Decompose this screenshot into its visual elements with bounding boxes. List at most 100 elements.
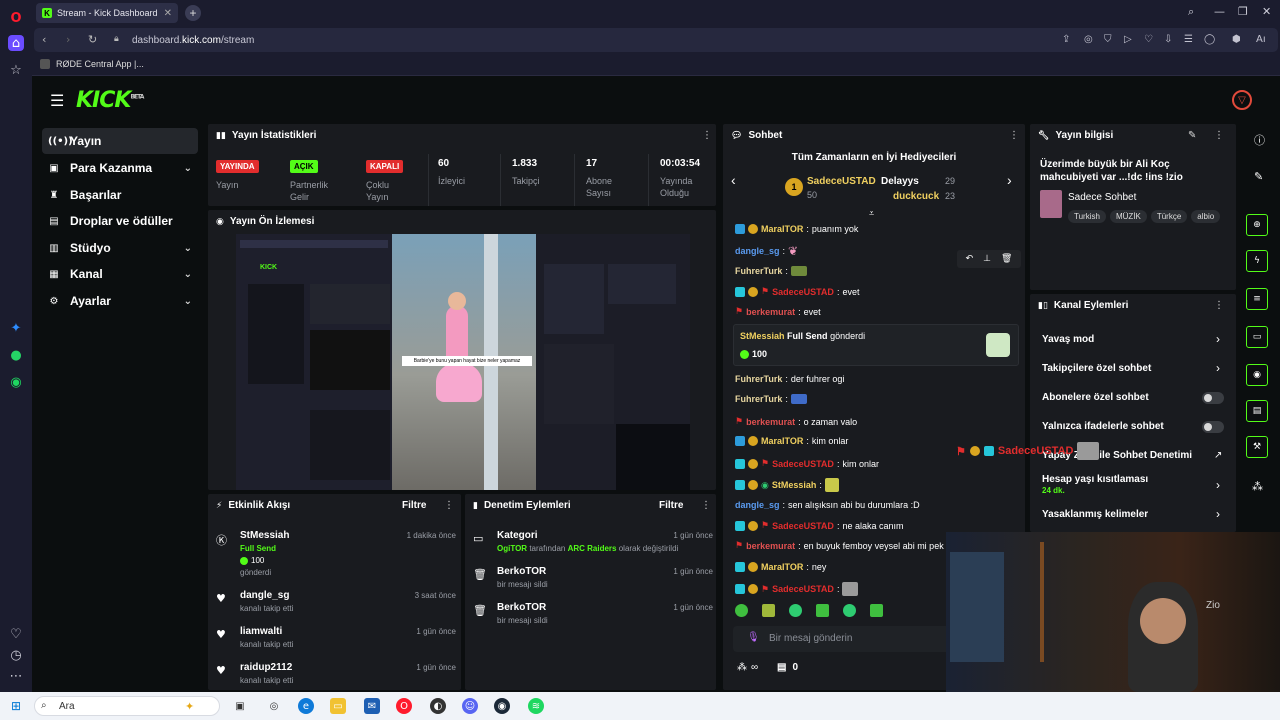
messenger-icon[interactable]: ✦ xyxy=(8,320,24,336)
tag[interactable]: Turkish xyxy=(1068,210,1106,223)
reply-icon[interactable]: ↶ xyxy=(966,254,974,264)
sidebar-item-kanal[interactable]: ▦ Kanal ⌄ xyxy=(42,261,198,287)
kebab-menu-icon[interactable]: ⋮ xyxy=(701,500,711,511)
sidebar-item-ayarlar[interactable]: ⚙ Ayarlar ⌄ xyxy=(42,288,198,314)
slow-mode-action[interactable]: Yavaş mod xyxy=(1042,334,1094,345)
taskbar-search[interactable]: ⌕ Ara ✦ xyxy=(34,696,220,716)
file-explorer-icon[interactable]: ▭ xyxy=(330,698,346,714)
gift-counter[interactable]: ▤ 0 xyxy=(777,662,798,673)
task-view-icon[interactable]: ▣ xyxy=(232,698,248,714)
category-name[interactable]: Sadece Sohbet xyxy=(1068,192,1136,203)
delete-icon[interactable]: 🗑︎ xyxy=(1001,254,1012,264)
stream-preview-video[interactable]: KICK Barbie'ye bunu yapan hayat bize nel… xyxy=(236,234,690,490)
emote-icon[interactable] xyxy=(789,604,802,617)
close-window-icon[interactable]: ✕ xyxy=(1262,5,1271,18)
external-link-icon[interactable]: ↗ xyxy=(1214,450,1222,461)
sidebar-item-basarilar[interactable]: ♜ Başarılar xyxy=(42,182,198,208)
gifter-name[interactable]: SadeceUSTAD xyxy=(807,176,876,187)
more-icon[interactable]: ⋯ xyxy=(8,668,24,684)
edit-pencil-icon[interactable]: ✎ xyxy=(1188,130,1196,141)
search-tabs-icon[interactable]: ⌕ xyxy=(1188,5,1194,19)
profile-icon[interactable]: ◯ xyxy=(1204,34,1215,45)
sidebar-item-droplar[interactable]: ▤ Droplar ve ödüller xyxy=(42,208,198,234)
storage-icon[interactable]: ▤ xyxy=(1246,400,1268,422)
home-icon[interactable]: ⌂ xyxy=(8,35,24,51)
gifter-name[interactable]: duckcuck xyxy=(893,191,939,202)
tag[interactable]: MÜZİK xyxy=(1109,210,1147,223)
banned-words-action[interactable]: Yasaklanmış kelimeler xyxy=(1042,509,1148,520)
sidebar-item-studyo[interactable]: ▥ Stüdyo ⌄ xyxy=(42,235,198,261)
opera-logo-icon[interactable]: O xyxy=(8,10,24,26)
collapse-icon[interactable]: ⩡ xyxy=(869,208,874,219)
microphone-icon[interactable]: 🎙︎ xyxy=(747,632,760,643)
filter-button[interactable]: Filtre xyxy=(659,500,683,511)
kick-logo[interactable]: KICKBETA xyxy=(76,88,144,113)
opera-icon[interactable]: O xyxy=(396,698,412,714)
back-icon[interactable]: ‹ xyxy=(42,33,46,46)
download-icon[interactable]: ⇩ xyxy=(1164,34,1172,45)
sidebar-item-yayin[interactable]: ((•)) Yayın xyxy=(42,128,198,154)
heart-icon[interactable]: ♡ xyxy=(8,626,24,642)
emotes-only-action[interactable]: Yalnızca ifadelerle sohbet xyxy=(1042,421,1164,432)
emote-icon[interactable] xyxy=(870,604,883,617)
sidebar-item-para-kazanma[interactable]: ▣ Para Kazanma ⌄ xyxy=(42,155,198,181)
kebab-menu-icon[interactable]: ⋮ xyxy=(1214,130,1224,141)
ai-icon[interactable]: Aı xyxy=(1256,34,1266,45)
chevron-right-icon[interactable]: › xyxy=(1216,478,1220,492)
bookmark-item[interactable]: RØDE Central App |... xyxy=(40,59,144,69)
new-tab-button[interactable]: + xyxy=(185,5,201,21)
pin-icon[interactable]: ⊥ xyxy=(983,254,991,264)
chevron-right-icon[interactable]: › xyxy=(1216,332,1220,346)
close-tab-icon[interactable]: ✕ xyxy=(164,8,172,19)
tag[interactable]: albio xyxy=(1191,210,1221,223)
kebab-menu-icon[interactable]: ⋮ xyxy=(702,130,712,141)
history-icon[interactable]: ◷ xyxy=(8,647,24,663)
spotify-icon[interactable]: ◉ xyxy=(8,374,24,390)
forward-icon[interactable]: › xyxy=(66,33,70,46)
list-icon[interactable]: ≡ xyxy=(1246,288,1268,310)
edge-icon[interactable]: e xyxy=(298,698,314,714)
lightning-icon[interactable]: ϟ xyxy=(1246,250,1268,272)
kebab-menu-icon[interactable]: ⋮ xyxy=(1009,130,1019,141)
emote-icon[interactable] xyxy=(843,604,856,617)
gifter-name[interactable]: Delayys xyxy=(881,176,919,187)
subscribers-only-action[interactable]: Abonelere özel sohbet xyxy=(1042,392,1149,403)
shield-icon[interactable]: ⛉ xyxy=(1104,34,1112,45)
discord-icon[interactable]: ☺ xyxy=(462,698,478,714)
reload-icon[interactable]: ↻ xyxy=(88,33,97,46)
extensions-icon[interactable]: ⬢ xyxy=(1232,34,1241,45)
chat-icon[interactable]: ▭ xyxy=(1246,326,1268,348)
tool-icon[interactable]: ⚒ xyxy=(1246,436,1268,458)
camera-icon[interactable]: ◎ xyxy=(1084,34,1093,45)
chevron-right-icon[interactable]: › xyxy=(1007,172,1012,188)
followers-only-action[interactable]: Takipçilere özel sohbet xyxy=(1042,363,1151,374)
minimize-icon[interactable]: — xyxy=(1214,5,1225,18)
filter-button[interactable]: Filtre xyxy=(402,500,426,511)
browser-tab[interactable]: K Stream - Kick Dashboard ✕ xyxy=(36,3,178,23)
send-icon[interactable]: ▷ xyxy=(1124,34,1132,45)
share-nodes-icon[interactable]: ⁂ xyxy=(1252,480,1263,493)
windows-start-icon[interactable]: ⊞ xyxy=(8,698,24,714)
share-icon[interactable]: ⇪ xyxy=(1062,34,1070,45)
url-bar[interactable]: ‹ › ↻ 🔒︎ dashboard.kick.com/stream ⇪ ◎ ⛉… xyxy=(34,28,1278,52)
widgets-icon[interactable]: ◎ xyxy=(266,698,282,714)
chevron-left-icon[interactable]: ‹ xyxy=(731,172,736,188)
steam-icon[interactable]: ◉ xyxy=(494,698,510,714)
spotify-taskbar-icon[interactable]: ≋ xyxy=(528,698,544,714)
emote-icon[interactable] xyxy=(735,604,748,617)
menu-icon[interactable]: ☰ xyxy=(1184,34,1193,45)
chevron-right-icon[interactable]: › xyxy=(1216,507,1220,521)
emote-icon[interactable] xyxy=(762,604,775,617)
account-age-action[interactable]: Hesap yaşı kısıtlaması xyxy=(1042,474,1148,485)
whatsapp-icon[interactable]: ● xyxy=(8,347,24,363)
user-avatar[interactable]: ▽ xyxy=(1232,90,1252,110)
broadcast-icon[interactable]: ◉ xyxy=(1246,364,1268,386)
url-text[interactable]: dashboard.kick.com/stream xyxy=(132,35,254,46)
bookmark-star-icon[interactable]: ☆ xyxy=(8,62,24,78)
emotes-only-toggle[interactable] xyxy=(1202,421,1224,433)
favorite-icon[interactable]: ♡ xyxy=(1144,34,1153,45)
kebab-menu-icon[interactable]: ⋮ xyxy=(1214,300,1224,311)
emote-icon[interactable] xyxy=(816,604,829,617)
target-icon[interactable]: ⊕ xyxy=(1246,214,1268,236)
subscribers-only-toggle[interactable] xyxy=(1202,392,1224,404)
